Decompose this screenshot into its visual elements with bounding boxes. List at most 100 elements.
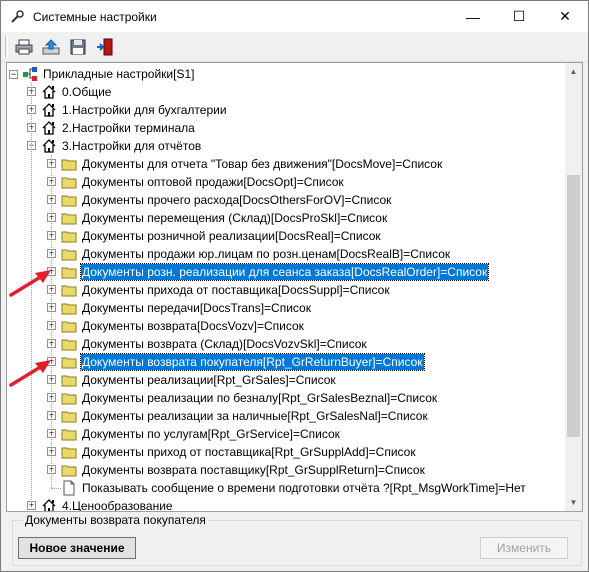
tree-item-label: 3.Настройки для отчётов [62,139,202,153]
export-icon [42,38,60,54]
tree-item-label: Документы оптовой продажи[DocsOpt]=Списо… [82,175,344,189]
scroll-up-icon[interactable]: ▲ [565,63,582,80]
tree-item-label: 2.Настройки терминала [62,121,195,135]
tree-item[interactable]: Документы прочего расхода[DocsOthersForO… [61,191,392,209]
folder-icon [61,447,77,459]
tree-item-label: Документы прочего расхода[DocsOthersForO… [82,193,392,207]
tree-item-label: Показывать сообщение о времени подготовк… [82,481,526,495]
tree-section[interactable]: 2.Настройки терминала [41,119,196,137]
edit-button[interactable]: Изменить [480,537,568,559]
tree-item-label: Документы возврата покупателя[Rpt_GrRetu… [80,353,425,371]
title-bar[interactable]: Системные настройки — ☐ ✕ [1,1,588,32]
tree-item-label: Документы возврата[DocsVozv]=Список [82,319,304,333]
system-settings-window: Системные настройки — ☐ ✕ − Прикладные н… [0,0,589,572]
red-arrow-icon [9,270,51,297]
tree-item-label: Документы передачи[DocsTrans]=Список [82,301,311,315]
save-icon [70,39,86,54]
tree-item-label: Документы возврата (Склад)[DocsVozvSkl]=… [82,337,367,351]
home-icon [42,103,56,117]
tree-content: − Прикладные настройки[S1] +0.Общие +1.На… [7,63,567,511]
settings-tree[interactable]: − Прикладные настройки[S1] +0.Общие +1.На… [6,62,583,512]
tree-item[interactable]: Документы приход от поставщика[Rpt_GrSup… [61,443,417,461]
tree-item-label: Документы реализации за наличные[Rpt_GrS… [82,409,428,423]
home-icon [42,85,56,99]
tree-item[interactable]: Документы передачи[DocsTrans]=Список [61,299,312,317]
save-button[interactable] [67,36,89,58]
tree-item-label: 4.Ценообразование [62,499,173,512]
maximize-button[interactable]: ☐ [496,1,542,32]
window-title: Системные настройки [33,9,157,24]
folder-icon [61,177,77,189]
tree-item-label: 1.Настройки для бухгалтерии [62,103,227,117]
toolbar-grip [5,35,8,58]
new-value-button[interactable]: Новое значение [18,537,136,559]
tree-item[interactable]: Документы по услугам[Rpt_GrService]=Спис… [61,425,341,443]
tree-item[interactable]: Документы розничной реализации[DocsReal]… [61,227,382,245]
tree-item-label: Документы для отчета "Товар без движения… [82,157,443,171]
home-icon [42,121,56,135]
tree-item[interactable]: Документы реализации[Rpt_GrSales]=Список [61,371,337,389]
export-button[interactable] [40,36,62,58]
minimize-button[interactable]: — [450,1,496,32]
group-title: Документы возврата покупателя [23,513,208,527]
tree-item-label: Документы по услугам[Rpt_GrService]=Спис… [82,427,340,441]
folder-icon [61,393,77,405]
tree-item[interactable]: Документы оптовой продажи[DocsOpt]=Списо… [61,173,345,191]
tree-item[interactable]: Документы розн. реализации для сеанса за… [61,263,490,281]
collapse-toggle[interactable]: − [9,69,18,79]
tree-item[interactable]: Документы прихода от поставщика[DocsSupp… [61,281,391,299]
tree-connector [51,155,52,488]
folder-icon [61,231,77,243]
close-button[interactable]: ✕ [542,1,588,32]
tree-item[interactable]: Документы продажи юр.лицам по розн.ценам… [61,245,451,263]
tree-item[interactable]: Документы перемещения (Склад)[DocsProSkl… [61,209,388,227]
tree-section[interactable]: 1.Настройки для бухгалтерии [41,101,228,119]
tree-section[interactable]: 0.Общие [41,83,112,101]
folder-icon [61,321,77,333]
home-icon [42,499,56,511]
folder-icon [61,465,77,477]
red-arrow-icon [9,360,51,387]
tree-item[interactable]: Документы для отчета "Товар без движения… [61,155,443,173]
document-icon [63,480,75,496]
scroll-down-icon[interactable]: ▼ [565,494,582,511]
tree-item-label: Документы реализации[Rpt_GrSales]=Список [82,373,336,387]
folder-icon [61,303,77,315]
tree-item-label: 0.Общие [62,85,112,99]
tree-item-label: Документы перемещения (Склад)[DocsProSkl… [82,211,388,225]
tree-item-label: Документы розничной реализации[DocsReal]… [82,229,381,243]
home-icon [42,139,56,153]
tree-item-label: Документы возврата поставщику[Rpt_GrSupp… [82,463,425,477]
tree-section[interactable]: 3.Настройки для отчётов [41,137,202,155]
tree-item[interactable]: Документы возврата поставщику[Rpt_GrSupp… [61,461,426,479]
folder-icon [61,159,77,171]
folder-icon [61,339,77,351]
tree-item-label: Документы прихода от поставщика[DocsSupp… [82,283,390,297]
tree-section[interactable]: 4.Ценообразование [41,497,174,512]
tree-root-label: Прикладные настройки[S1] [43,67,195,81]
tree-item-label: Документы розн. реализации для сеанса за… [79,263,490,281]
folder-icon [61,213,77,225]
tree-item[interactable]: Документы реализации по безналу[Rpt_GrSa… [61,389,438,407]
exit-button[interactable] [94,36,116,58]
value-group: Документы возврата покупателя Новое знач… [12,513,582,566]
root-node-icon [23,67,37,81]
folder-icon [61,195,77,207]
tree-item[interactable]: Документы возврата[DocsVozv]=Список [61,317,305,335]
scroll-thumb[interactable] [567,175,580,437]
folder-icon [61,249,77,261]
tree-item[interactable]: Документы возврата (Склад)[DocsVozvSkl]=… [61,335,368,353]
tree-item[interactable]: Документы возврата покупателя[Rpt_GrRetu… [61,353,425,371]
tree-item-label: Документы приход от поставщика[Rpt_GrSup… [82,445,416,459]
tree-item-label: Документы продажи юр.лицам по розн.ценам… [82,247,451,261]
tree-item[interactable]: Документы реализации за наличные[Rpt_GrS… [61,407,429,425]
tree-root[interactable]: − Прикладные настройки[S1] [9,65,195,83]
folder-icon [61,375,77,387]
tree-connector [51,488,61,489]
folder-icon [61,357,77,369]
vertical-scrollbar[interactable]: ▲ ▼ [565,63,582,511]
print-icon [15,39,33,54]
folder-icon [61,285,77,297]
tree-item[interactable]: Показывать сообщение о времени подготовк… [61,479,527,497]
print-button[interactable] [13,36,35,58]
